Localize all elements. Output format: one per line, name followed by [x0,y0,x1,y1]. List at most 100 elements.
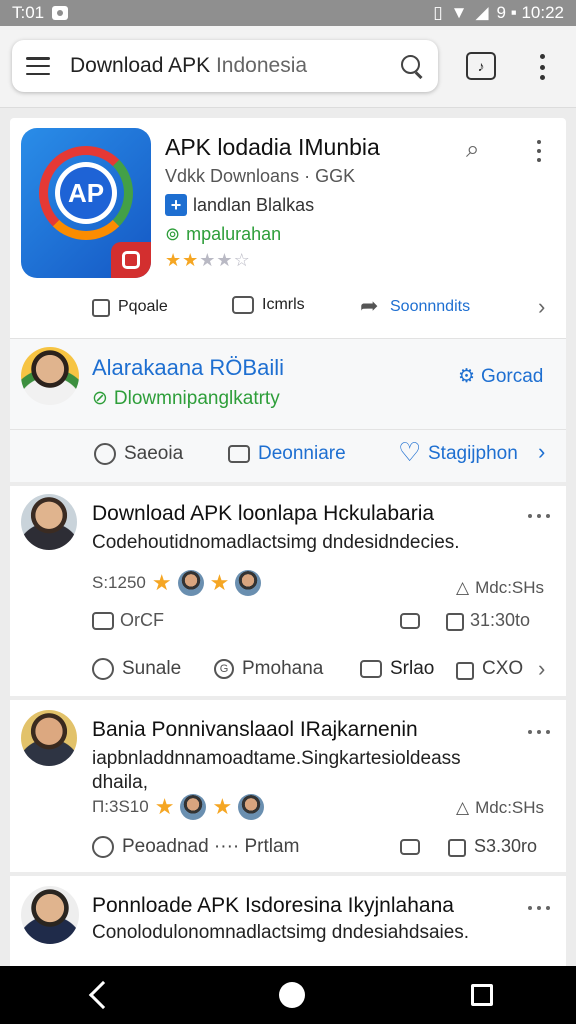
notification-icon [52,6,69,20]
star-icon: ★ [151,570,172,595]
warning-icon: △ [456,578,470,597]
post-action-1[interactable]: Sunale [92,658,181,680]
post-menu-icon[interactable] [528,512,550,520]
featured-name[interactable]: Alarakaana RÖBaili [92,355,284,381]
post-avatar[interactable] [21,494,77,550]
app-icon[interactable]: AP [21,128,151,278]
app-tag: + landlan Blalkas [165,194,314,216]
thumbs-up-icon [92,299,110,317]
comments-label: Icmrls [262,296,305,313]
post-stats: S:1250 ★ ★ [92,570,262,596]
post-row2-left-label: OrCF [120,610,164,630]
featured-card[interactable]: Alarakaana RÖBaili ⊘ Dlowmnipanglkatrty … [10,338,566,482]
query-word-1: Download [70,54,164,77]
status-bar: T:01 ▯ ▼ ◢ 9 ▪ 10:22 [0,0,576,26]
star-icon: ★ [154,794,175,819]
gear-icon: ⚙ [458,366,476,387]
app-menu-icon[interactable] [535,140,543,162]
menu-icon[interactable] [26,57,50,75]
chevron-right-icon[interactable]: › [538,294,545,320]
recents-icon[interactable] [471,984,493,1006]
featured-avatar[interactable] [21,347,79,405]
tag-icon [400,838,420,855]
comment-icon [232,296,254,314]
post-body: Codehoutidnomadlactsimg dndesidndecies. [92,532,460,553]
post-card[interactable]: Ponnloade APK Isdoresina Ikyjnlahana Con… [10,876,566,966]
pin-icon[interactable]: ⌕ [466,136,479,164]
app-tag-label: landlan Blalkas [193,194,315,215]
like-button[interactable]: Pqoale [92,296,168,317]
post-action-1[interactable]: Peoadnad ···· Prtlam [92,836,299,858]
post-card[interactable]: Bania Ponnivanslaaol IRajkarnenin iapbnl… [10,700,566,872]
featured-action-c[interactable]: Stagijphon [398,437,518,468]
post-row2-right[interactable]: 31:30to [400,610,530,631]
chevron-right-icon[interactable]: › [538,439,545,465]
search-query[interactable]: Download APK Indonesia [70,54,400,78]
home-icon[interactable] [279,982,305,1008]
post-action-label: Srlao [390,658,435,679]
post-right-stat: △ Mdc:SHs [456,578,544,598]
app-name[interactable]: APK lodadia IMunbia [165,134,380,161]
comments-button[interactable]: Icmrls [232,296,305,314]
app-icon-letters: AP [60,167,112,219]
verified-row: ⊚ mpalurahan [165,224,281,245]
app-card[interactable]: AP APK lodadia IMunbia Vdkk Downloans · … [10,118,566,338]
comment-icon [94,443,116,465]
badge-icon [111,242,151,278]
share-icon [360,293,382,319]
post-row2-right-label: 31:30to [470,610,531,630]
post-avatar[interactable] [21,886,79,944]
featured-action-b-label: Deonniare [258,443,346,464]
check-circle-icon: ⊚ [165,224,181,244]
signal-icon: ◢ [475,3,489,22]
top-bar: Download APK Indonesia ♪ [0,26,576,108]
post-action-label: CXO [482,658,524,679]
post-title[interactable]: Bania Ponnivanslaaol IRajkarnenin [92,718,418,742]
thumbs-up-icon [456,661,474,680]
message-icon [360,660,382,678]
warning-icon: △ [456,798,470,817]
post-title[interactable]: Ponnloade APK Isdoresina Ikyjnlahana [92,894,454,918]
star-icon: ★ [212,794,233,819]
like-label: Pqoale [118,297,168,315]
verified-label: mpalurahan [186,224,282,244]
star-icon: ★ [165,250,182,270]
featured-subtitle: Dlowmnipanglkatrty [113,387,280,409]
comment-icon [92,658,114,680]
follow-button[interactable]: ⚙ Gorcad [458,365,543,388]
thumbs-up-icon [448,839,466,857]
post-menu-icon[interactable] [528,904,550,912]
post-right-stat: △ Mdc:SHs [456,798,544,818]
vibrate-icon: ▯ [433,3,443,22]
star-icon: ★ [216,250,233,270]
post-row2-left[interactable]: OrCF [92,610,164,631]
featured-action-a[interactable]: Saeoia [94,443,183,465]
search-box[interactable]: Download APK Indonesia [12,40,438,92]
featured-action-b[interactable]: Deonniare [228,443,346,465]
mini-avatar [238,794,265,820]
chevron-right-icon[interactable]: › [538,656,545,682]
app-developer: Vdkk Downloans · GGK [165,166,356,186]
share-button[interactable]: Soonnndits [360,293,470,319]
post-action-2[interactable]: S3.30ro [400,836,537,857]
thumbs-up-icon [446,613,464,631]
post-menu-icon[interactable] [528,728,550,736]
post-card[interactable]: Download APK loonlapa Hckulabaria Codeho… [10,486,566,696]
check-circle-icon: ⊘ [92,388,108,409]
tabs-icon[interactable]: ♪ [466,52,496,80]
wifi-icon: ▼ [450,3,468,22]
post-action-3[interactable]: Srlao [360,658,434,680]
post-right-stat-label: Mdc:SHs [475,798,545,817]
mini-avatar [180,794,207,820]
mini-avatar [235,570,262,596]
post-title[interactable]: Download APK loonlapa Hckulabaria [92,502,434,526]
search-icon[interactable] [400,54,424,78]
overflow-menu-icon[interactable] [530,52,554,82]
bookmark-icon [92,611,114,630]
post-avatar[interactable] [21,710,77,766]
back-icon[interactable] [88,980,118,1010]
heart-icon [398,437,421,468]
post-action-4[interactable]: CXO [456,658,523,680]
post-action-2[interactable]: G Pmohana [214,658,323,680]
featured-action-c-label: Stagijphon [428,443,518,464]
